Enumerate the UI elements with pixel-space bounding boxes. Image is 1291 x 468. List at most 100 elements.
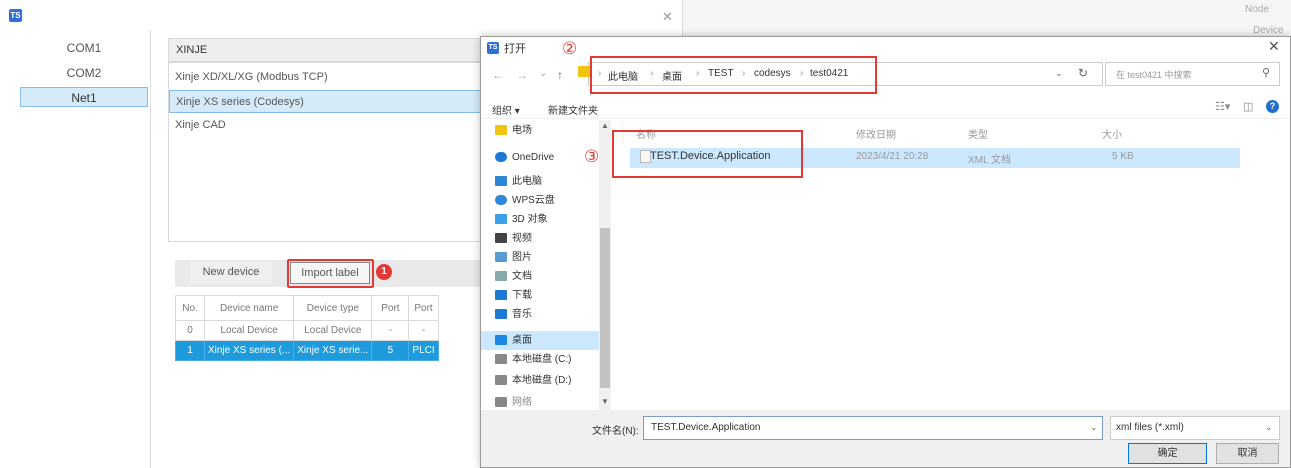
ok-button[interactable]: 确定 [1128,443,1207,464]
nav-item-label: 3D 对象 [512,214,548,225]
scrollbar-thumb[interactable] [600,228,610,388]
right-panel-label: Node [1245,4,1269,15]
brand-header[interactable]: XINJE [168,38,488,62]
nav-item-label: 下载 [512,290,532,301]
file-date: 2023/4/21 20:28 [856,151,929,162]
nav-item-label: 本地磁盘 (D:) [512,375,572,386]
back-arrow-icon[interactable]: ← [492,68,504,82]
table-row[interactable]: 0 Local Device Local Device - - [175,320,439,341]
nav-item-wps[interactable]: WPS云盘 [495,191,555,210]
refresh-icon[interactable]: ↻ [1078,66,1088,80]
forward-arrow-icon[interactable]: → [516,68,528,82]
nav-item-3d-objects[interactable]: 3D 对象 [495,210,548,229]
close-icon[interactable]: ✕ [662,9,673,25]
app-logo: TS [9,9,22,22]
device-model-item[interactable]: Xinje XD/XL/XG (Modbus TCP) [169,66,487,89]
network-icon [495,397,507,407]
nav-item-videos[interactable]: 视频 [495,229,532,248]
table-cell: Xinje XS series (... [203,340,295,361]
drive-icon [495,375,507,386]
download-icon [495,290,507,301]
dialog-title: 打开 [504,43,526,55]
file-type: XML 文档 [968,155,1011,166]
nav-item-network[interactable]: 网络 [495,393,532,407]
table-cell: Local Device [203,320,295,341]
cancel-button[interactable]: 取消 [1216,443,1279,464]
nav-item-drive-d[interactable]: 本地磁盘 (D:) [495,371,571,390]
table-cell: PLCI [408,340,439,361]
col-header-port: Port [408,295,439,321]
table-cell: Local Device [293,320,373,341]
recent-dropdown-icon[interactable]: ⌄ [539,68,547,79]
table-cell: 5 [371,340,410,361]
right-panel-strip [682,0,1291,40]
table-cell: - [371,320,410,341]
table-cell: - [408,320,439,341]
nav-item-music[interactable]: 音乐 [495,305,532,324]
nav-item-downloads[interactable]: 下载 [495,286,532,305]
right-panel-label: Device [1253,25,1284,36]
view-options-icon[interactable]: ☷▾ [1215,100,1230,113]
cloud-icon [495,195,507,206]
video-icon [495,233,507,244]
file-size: 5 KB [1112,151,1134,162]
device-table: No. Device name Device type Port Port 0 … [175,295,439,361]
new-device-button[interactable]: New device [190,262,272,284]
preview-pane-icon[interactable]: ◫ [1243,100,1253,113]
cube-icon [495,214,507,225]
scroll-up-icon[interactable]: ▲ [601,121,609,130]
table-header-row: No. Device name Device type Port Port [175,295,439,321]
col-header-port: Port [371,295,410,321]
up-arrow-icon[interactable]: ↑ [557,68,563,82]
help-icon[interactable]: ? [1266,100,1279,113]
search-placeholder: 在 test0421 中搜索 [1116,70,1192,80]
nav-item-label: 网络 [512,397,532,407]
col-header-type[interactable]: 类型 [968,126,988,141]
nav-item-label: 图片 [512,252,532,263]
chevron-down-icon[interactable]: ⌄ [1265,422,1273,433]
cloud-icon [495,152,507,163]
nav-item-documents[interactable]: 文档 [495,267,532,286]
highlight-box-2 [590,56,877,94]
file-type-filter-value: xml files (*.xml) [1116,422,1184,433]
col-header-device-type: Device type [293,295,373,321]
search-icon[interactable]: ⚲ [1262,66,1270,79]
device-model-item-selected[interactable]: Xinje XS series (Codesys) [169,90,487,113]
nav-item-drive-c[interactable]: 本地磁盘 (C:) [495,350,571,369]
nav-item-label: 文档 [512,271,532,282]
highlight-box-1 [287,259,374,288]
divider [481,118,1290,119]
chevron-down-icon[interactable]: ⌄ [1055,68,1063,79]
nav-item-folder[interactable]: 电场 [495,121,532,140]
nav-item-label: 视频 [512,233,532,244]
document-icon [495,271,507,282]
port-item-com2[interactable]: COM2 [20,63,148,83]
new-folder-button[interactable]: 新建文件夹 [548,102,598,117]
col-header-date[interactable]: 修改日期 [856,126,896,141]
filename-label: 文件名(N): [592,426,639,437]
chevron-down-icon[interactable]: ⌄ [1090,422,1098,433]
nav-item-label: WPS云盘 [512,195,555,206]
divider [150,30,151,468]
drive-icon [495,354,507,365]
nav-item-desktop[interactable]: 桌面 [495,331,532,350]
nav-item-onedrive[interactable]: OneDrive [495,148,554,167]
computer-icon [495,176,507,187]
step-marker-3: ③ [584,147,600,166]
highlight-box-3 [612,130,803,178]
scroll-down-icon[interactable]: ▼ [601,397,609,406]
port-item-com1[interactable]: COM1 [20,38,148,58]
table-cell: 1 [175,340,205,361]
organize-menu[interactable]: 组织 ▾ [492,102,520,117]
nav-item-label: 桌面 [512,335,532,346]
nav-item-pictures[interactable]: 图片 [495,248,532,267]
port-item-net1[interactable]: Net1 [20,87,148,107]
nav-item-this-pc[interactable]: 此电脑 [495,172,542,191]
folder-icon [495,125,507,136]
col-header-size[interactable]: 大小 [1102,126,1122,141]
table-cell: 0 [175,320,205,341]
table-row-selected[interactable]: 1 Xinje XS series (... Xinje XS serie...… [175,340,439,361]
dialog-app-icon: TS [487,42,499,54]
close-icon[interactable]: ✕ [1268,38,1280,55]
device-model-item[interactable]: Xinje CAD [169,114,487,137]
